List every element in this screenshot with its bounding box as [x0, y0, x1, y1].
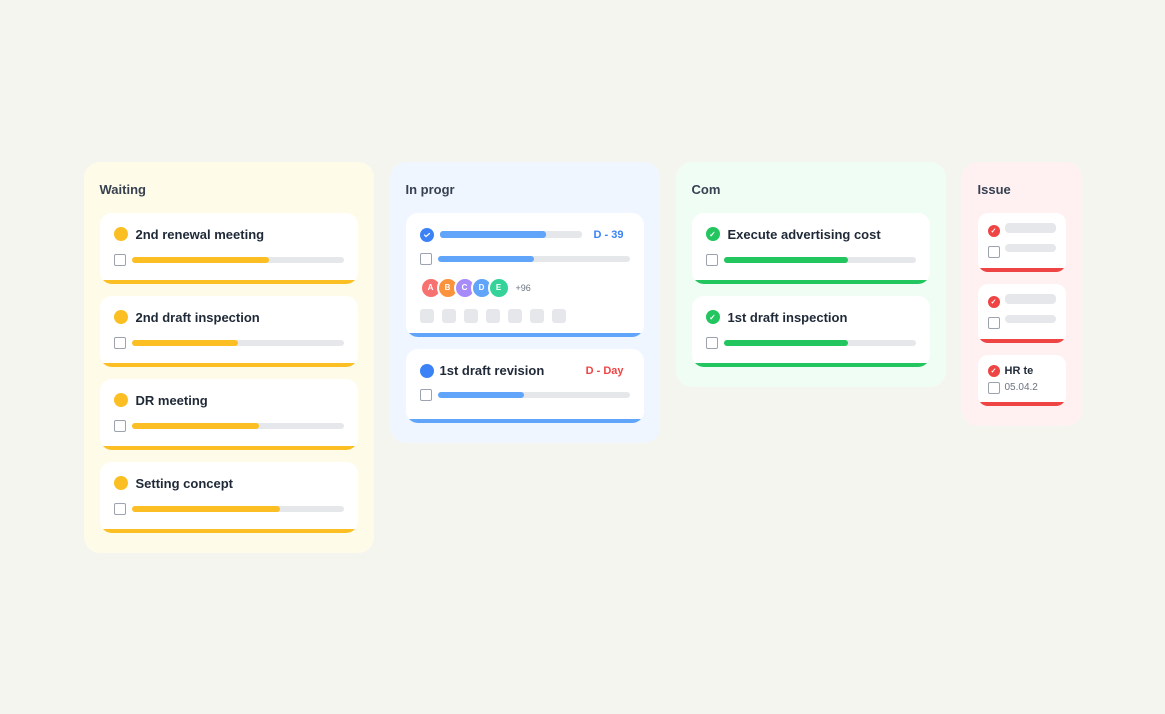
avatar-group: A B C D E +96 [420, 277, 630, 299]
card-issue-2[interactable]: ✓ [978, 284, 1066, 343]
column-complete-title: Com [692, 182, 930, 197]
card-meta [706, 333, 916, 355]
calendar-icon [706, 337, 718, 349]
card-meta [420, 249, 630, 271]
card-meta [114, 499, 344, 521]
card-title: 1st draft inspection [728, 310, 848, 325]
card-title: 2nd draft inspection [136, 310, 260, 325]
calendar-icon [114, 254, 126, 266]
card-issue-hr[interactable]: ✓ HR te 05.04.2 [978, 355, 1066, 406]
status-dot-red: ✓ [988, 365, 1000, 377]
meta-bar [1005, 244, 1056, 252]
progress-bar [100, 280, 358, 284]
progress-bar [100, 363, 358, 367]
tool-icon [552, 309, 566, 323]
progress-bar [100, 529, 358, 533]
calendar-icon [114, 420, 126, 432]
tool-icon [464, 309, 478, 323]
calendar-icon [988, 382, 1000, 394]
tool-icon [420, 309, 434, 323]
column-inprogress: In progr D - 39 A [390, 162, 660, 443]
meta-bar [132, 423, 344, 429]
card-title: HR te [1005, 365, 1034, 377]
column-waiting-title: Waiting [100, 182, 358, 197]
title-placeholder [1005, 223, 1056, 233]
kanban-board: Waiting 2nd renewal meeting 2nd draft in… [24, 122, 1142, 593]
status-dot-yellow [114, 476, 128, 490]
column-inprogress-title: In progr [406, 182, 644, 197]
status-dot-green: ✓ [706, 310, 720, 324]
column-complete: Com ✓ Execute advertising cost ✓ 1st dra… [676, 162, 946, 387]
status-dot-red: ✓ [988, 296, 1000, 308]
progress-bar-bottom [978, 402, 1066, 406]
icon-toolbar [420, 303, 630, 333]
meta-bar [724, 340, 916, 346]
card-title: 2nd renewal meeting [136, 227, 265, 242]
card-title: Execute advertising cost [728, 227, 881, 242]
card-meta [114, 333, 344, 355]
d-badge: D - Day [580, 363, 630, 379]
status-dot-yellow [114, 310, 128, 324]
meta-bar [1005, 315, 1056, 323]
card-2nd-renewal[interactable]: 2nd renewal meeting [100, 213, 358, 284]
card-dr-meeting[interactable]: DR meeting [100, 379, 358, 450]
progress-bar-bottom [978, 268, 1066, 272]
card-1st-draft-inspection[interactable]: ✓ 1st draft inspection [692, 296, 930, 367]
status-dot-blue [420, 364, 434, 378]
card-title: 1st draft revision [440, 363, 545, 378]
status-dot-yellow [114, 227, 128, 241]
progress-bar-bottom [978, 339, 1066, 343]
meta-bar [132, 340, 344, 346]
card-meta [420, 385, 630, 407]
progress-bar [692, 280, 930, 284]
card-meta [706, 250, 916, 272]
tool-icon [530, 309, 544, 323]
status-dot-green: ✓ [706, 227, 720, 241]
progress-bar [692, 363, 930, 367]
calendar-icon [988, 317, 1000, 329]
card-title: Setting concept [136, 476, 234, 491]
progress-bar [100, 446, 358, 450]
card-2nd-draft[interactable]: 2nd draft inspection [100, 296, 358, 367]
calendar-icon [114, 503, 126, 515]
title-placeholder [1005, 294, 1056, 304]
column-issue: Issue ✓ ✓ [962, 162, 1082, 426]
meta-bar [724, 257, 916, 263]
status-dot-yellow [114, 393, 128, 407]
card-inprogress-2[interactable]: 1st draft revision D - Day [406, 349, 644, 423]
progress-bar-bottom [406, 333, 644, 337]
calendar-icon [988, 246, 1000, 258]
d-badge: D - 39 [588, 227, 630, 243]
column-issue-title: Issue [978, 182, 1066, 197]
card-date: 05.04.2 [1005, 382, 1038, 393]
calendar-icon [706, 254, 718, 266]
meta-bar [132, 257, 344, 263]
card-meta [114, 250, 344, 272]
tool-icon [508, 309, 522, 323]
progress-bar-bg [440, 231, 582, 238]
calendar-icon [420, 389, 432, 401]
tool-icon [486, 309, 500, 323]
column-waiting: Waiting 2nd renewal meeting 2nd draft in… [84, 162, 374, 553]
calendar-icon [114, 337, 126, 349]
meta-bar [132, 506, 344, 512]
status-dot-blue [420, 228, 434, 242]
avatar: E [488, 277, 510, 299]
tool-icon [442, 309, 456, 323]
progress-bar-fill [440, 231, 547, 238]
card-title: DR meeting [136, 393, 208, 408]
card-setting-concept[interactable]: Setting concept [100, 462, 358, 533]
card-execute-advertising[interactable]: ✓ Execute advertising cost [692, 213, 930, 284]
meta-bar [438, 392, 630, 398]
progress-bar-bottom [406, 419, 644, 423]
card-inprogress-1[interactable]: D - 39 A B C D E +96 [406, 213, 644, 337]
meta-bar [438, 256, 630, 262]
calendar-icon [420, 253, 432, 265]
avatar-count: +96 [516, 283, 531, 293]
card-issue-1[interactable]: ✓ [978, 213, 1066, 272]
status-dot-red: ✓ [988, 225, 1000, 237]
card-meta [114, 416, 344, 438]
